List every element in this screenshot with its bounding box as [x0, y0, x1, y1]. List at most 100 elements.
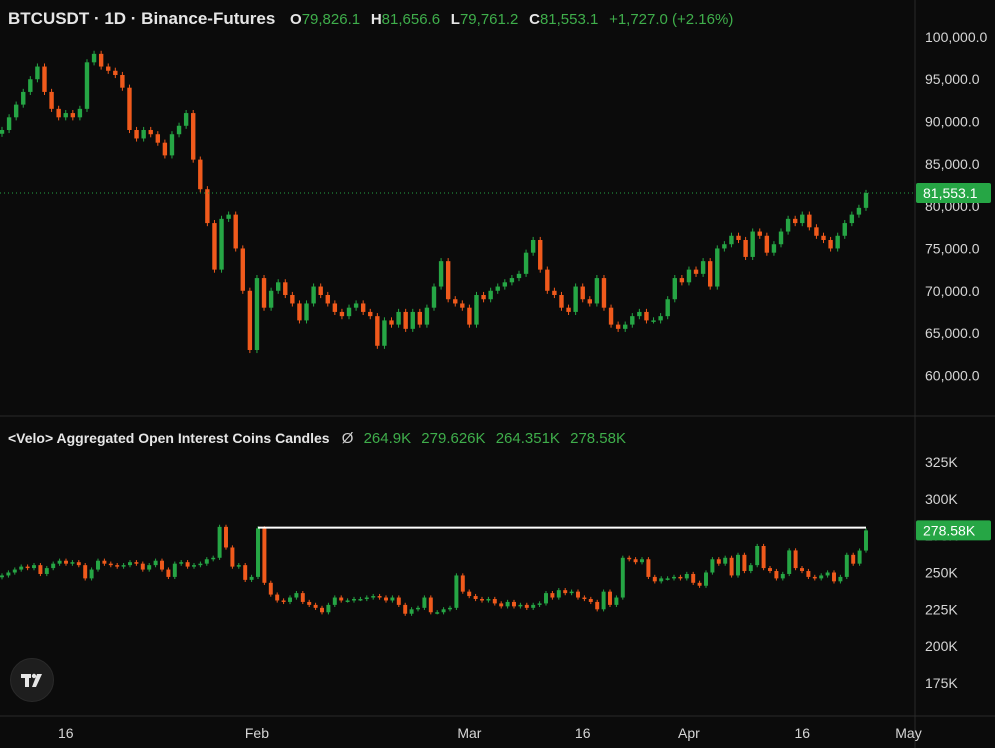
- price-candle: [424, 307, 430, 325]
- price-candle: [729, 235, 734, 245]
- chart-canvas[interactable]: 60,000.065,000.070,000.075,000.080,000.0…: [0, 0, 995, 748]
- oi-candle: [300, 593, 305, 602]
- oi-candle: [6, 572, 11, 576]
- oi-candle: [697, 582, 702, 586]
- oi-candle: [102, 560, 107, 564]
- price-candle: [438, 261, 444, 287]
- oi-candle: [582, 597, 587, 600]
- oi-header: <Velo> Aggregated Open Interest Coins Ca…: [8, 430, 632, 447]
- oi-y-tick-label: 175K: [925, 675, 958, 691]
- oi-candle: [864, 530, 868, 551]
- price-candle: [445, 261, 451, 300]
- oi-candle: [140, 563, 145, 570]
- price-candle: [538, 240, 543, 270]
- x-tick-label: Mar: [457, 725, 481, 741]
- oi-candle: [614, 597, 619, 605]
- price-candle: [771, 244, 777, 253]
- oi-candle: [108, 563, 113, 566]
- open-label: O: [290, 11, 302, 28]
- price-candle: [700, 261, 706, 274]
- x-tick-label: Apr: [678, 725, 700, 741]
- oi-candle: [556, 590, 561, 598]
- oi-candle: [665, 578, 670, 580]
- price-candle: [84, 62, 90, 109]
- oi-candle: [172, 563, 177, 577]
- price-y-tick-label: 85,000.0: [925, 156, 980, 172]
- oi-candle: [352, 599, 356, 601]
- oi-candle: [390, 597, 395, 601]
- oi-y-tick-label: 300K: [925, 491, 958, 507]
- oi-candle: [480, 599, 484, 601]
- oi-candle: [134, 562, 139, 564]
- price-candle: [644, 311, 649, 321]
- oi-candle: [716, 559, 721, 564]
- price-y-tick-label: 70,000.0: [925, 283, 980, 299]
- price-candle: [778, 231, 784, 245]
- price-candle: [559, 295, 564, 308]
- oi-candle: [262, 528, 267, 583]
- oi-candle: [57, 560, 62, 564]
- oi-candle: [659, 578, 664, 582]
- oi-value-close: 278.58K: [570, 430, 626, 447]
- price-candle: [106, 66, 111, 71]
- oi-candle: [384, 597, 388, 601]
- price-candle: [240, 248, 245, 291]
- oi-candle: [832, 572, 836, 582]
- oi-candle: [531, 604, 536, 608]
- tradingview-logo-icon[interactable]: [10, 658, 54, 702]
- oi-candle: [147, 565, 152, 570]
- oi-candle: [179, 562, 184, 564]
- close-label: C: [529, 11, 540, 28]
- price-last-value-label: 81,553.1: [923, 185, 978, 201]
- price-candle: [849, 214, 855, 224]
- price-candle: [268, 290, 274, 308]
- price-candle: [42, 66, 47, 92]
- price-candle: [651, 320, 656, 322]
- oi-candle: [819, 575, 824, 579]
- oi-candle: [492, 599, 497, 604]
- oi-candle: [128, 562, 132, 566]
- price-candle: [474, 295, 479, 325]
- price-candle: [382, 320, 387, 346]
- price-candle: [332, 303, 338, 312]
- oi-candle: [793, 550, 798, 569]
- oi-y-tick-label: 325K: [925, 454, 958, 470]
- price-candle: [587, 299, 592, 304]
- price-candle: [552, 290, 557, 295]
- oi-last-value-label: 278.58K: [923, 522, 976, 538]
- price-candle: [276, 282, 281, 291]
- price-candle: [523, 252, 529, 274]
- oi-candle: [678, 576, 683, 579]
- oi-candle: [294, 593, 299, 598]
- oi-candle: [332, 597, 337, 605]
- x-tick-label: May: [895, 725, 921, 741]
- oi-candle: [774, 571, 779, 579]
- price-candle: [431, 286, 437, 308]
- oi-candle: [588, 599, 593, 602]
- price-candle: [226, 214, 231, 219]
- oi-candle: [518, 604, 523, 607]
- oi-candle: [358, 599, 363, 601]
- price-candle: [800, 214, 805, 224]
- price-candle: [35, 66, 40, 80]
- oi-candle: [339, 597, 344, 601]
- oi-title: <Velo> Aggregated Open Interest Coins Ca…: [8, 430, 330, 446]
- oi-candle: [723, 557, 728, 564]
- price-candle: [198, 159, 203, 190]
- price-candle: [594, 278, 600, 304]
- price-candle: [722, 244, 727, 249]
- price-candle: [417, 311, 423, 325]
- oi-candle: [236, 565, 241, 567]
- oi-candle: [633, 559, 638, 563]
- price-y-tick-label: 100,000.0: [925, 29, 987, 45]
- oi-candle: [467, 591, 472, 597]
- oi-candle: [115, 565, 120, 567]
- oi-candle: [12, 569, 17, 573]
- oi-candle: [38, 565, 43, 574]
- oi-candle: [204, 559, 209, 564]
- oi-candle: [620, 557, 625, 598]
- oi-candle: [704, 572, 708, 586]
- price-candle: [339, 311, 345, 317]
- oi-candle: [268, 582, 273, 595]
- price-candle: [750, 231, 755, 257]
